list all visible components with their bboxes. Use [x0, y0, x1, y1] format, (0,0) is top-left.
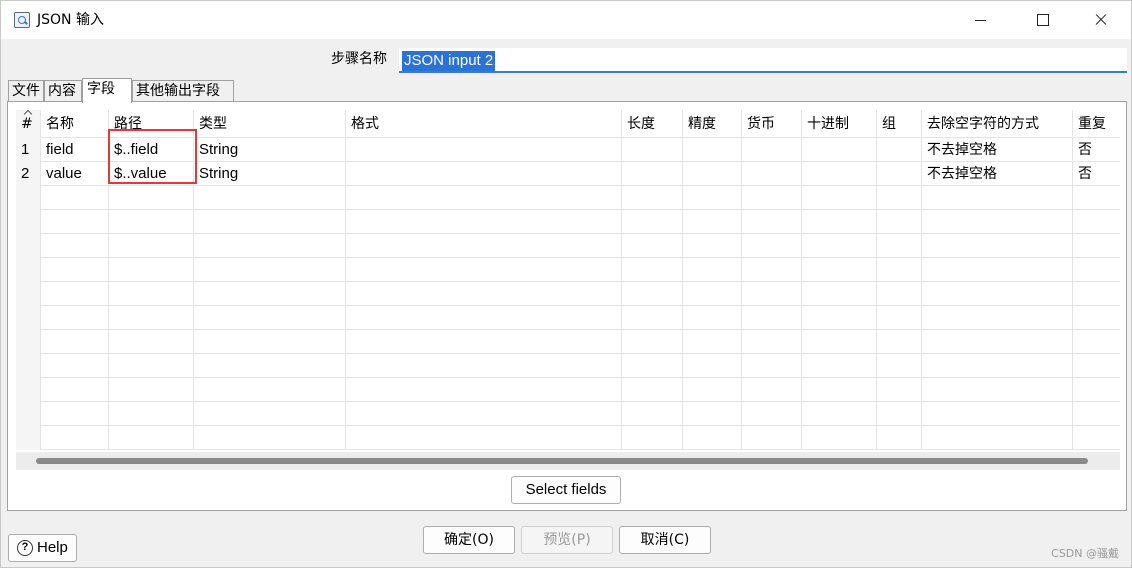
header-precision[interactable]: 精度 [683, 110, 742, 138]
empty-row[interactable] [16, 330, 1120, 354]
help-icon: ? [17, 540, 33, 556]
header-format[interactable]: 格式 [346, 110, 622, 138]
row-number: 2 [16, 162, 41, 186]
empty-row[interactable] [16, 282, 1120, 306]
cell-currency[interactable] [742, 138, 802, 162]
help-button[interactable]: ? Help [8, 534, 77, 562]
cell-decimal[interactable] [802, 162, 877, 186]
cell-path[interactable]: $..field [109, 138, 194, 162]
help-label: Help [37, 539, 68, 556]
cell-group[interactable] [877, 162, 922, 186]
step-name-value: JSON input 2 [402, 51, 496, 71]
empty-row[interactable] [16, 186, 1120, 210]
cell-repeat[interactable]: 否 [1073, 162, 1120, 186]
cell-format[interactable] [346, 162, 622, 186]
header-trim-type[interactable]: 去除空字符的方式 [922, 110, 1073, 138]
header-path[interactable]: 路径 [109, 110, 194, 138]
select-fields-button[interactable]: Select fields [511, 476, 621, 504]
app-icon [14, 12, 30, 28]
empty-row[interactable] [16, 210, 1120, 234]
horizontal-scrollbar[interactable] [16, 452, 1120, 470]
cell-repeat[interactable]: 否 [1073, 138, 1120, 162]
header-name[interactable]: 名称 [41, 110, 109, 138]
tab-content[interactable]: 内容 [44, 80, 82, 102]
tab-other-output-fields[interactable]: 其他输出字段 [132, 80, 234, 102]
header-type[interactable]: 类型 [194, 110, 346, 138]
empty-row[interactable] [16, 258, 1120, 282]
empty-row[interactable] [16, 426, 1120, 450]
row-number: 1 [16, 138, 41, 162]
empty-row[interactable] [16, 378, 1120, 402]
header-num[interactable]: # [16, 110, 41, 138]
cell-currency[interactable] [742, 162, 802, 186]
watermark: CSDN @骚戴 [1051, 547, 1119, 560]
cell-group[interactable] [877, 138, 922, 162]
preview-button[interactable]: 预览(P) [521, 526, 613, 554]
cell-path[interactable]: $..value [109, 162, 194, 186]
cell-length[interactable] [622, 162, 683, 186]
fields-panel: # 名称 路径 类型 格式 长度 精度 货币 十进制 组 去除空字符的方式 重复… [7, 101, 1127, 511]
cell-precision[interactable] [683, 138, 742, 162]
cell-length[interactable] [622, 138, 683, 162]
title-bar: JSON 输入 [1, 1, 1131, 39]
header-group[interactable]: 组 [877, 110, 922, 138]
empty-row[interactable] [16, 306, 1120, 330]
step-name-label: 步骤名称 [331, 51, 387, 67]
header-currency[interactable]: 货币 [742, 110, 802, 138]
table-header: # 名称 路径 类型 格式 长度 精度 货币 十进制 组 去除空字符的方式 重复 [16, 110, 1120, 138]
cell-precision[interactable] [683, 162, 742, 186]
json-input-dialog: JSON 输入 步骤名称 JSON input 2 文件 内容 字段 其他输出字… [0, 0, 1132, 568]
cancel-button[interactable]: 取消(C) [619, 526, 711, 554]
step-name-input[interactable]: JSON input 2 [399, 48, 1127, 73]
empty-row[interactable] [16, 402, 1120, 426]
cell-name[interactable]: value [41, 162, 109, 186]
cell-type[interactable]: String [194, 162, 346, 186]
scrollbar-thumb[interactable] [36, 458, 1088, 464]
header-decimal[interactable]: 十进制 [802, 110, 877, 138]
table-row[interactable]: 1 field $..field String 不去掉空格 否 [16, 138, 1120, 162]
cell-trim-type[interactable]: 不去掉空格 [922, 138, 1073, 162]
cell-decimal[interactable] [802, 138, 877, 162]
fields-table[interactable]: # 名称 路径 类型 格式 长度 精度 货币 十进制 组 去除空字符的方式 重复… [16, 110, 1120, 450]
tab-fields[interactable]: 字段 [82, 78, 132, 103]
empty-row[interactable] [16, 234, 1120, 258]
header-repeat[interactable]: 重复 [1073, 110, 1120, 138]
cell-trim-type[interactable]: 不去掉空格 [922, 162, 1073, 186]
ok-button[interactable]: 确定(O) [423, 526, 515, 554]
table-row[interactable]: 2 value $..value String 不去掉空格 否 [16, 162, 1120, 186]
minimize-icon[interactable] [951, 1, 1011, 39]
tab-file[interactable]: 文件 [8, 80, 44, 102]
maximize-icon[interactable] [1013, 1, 1073, 39]
empty-row[interactable] [16, 354, 1120, 378]
cell-type[interactable]: String [194, 138, 346, 162]
header-length[interactable]: 长度 [622, 110, 683, 138]
close-icon[interactable] [1071, 1, 1131, 39]
window-title: JSON 输入 [37, 12, 104, 28]
cell-format[interactable] [346, 138, 622, 162]
cell-name[interactable]: field [41, 138, 109, 162]
